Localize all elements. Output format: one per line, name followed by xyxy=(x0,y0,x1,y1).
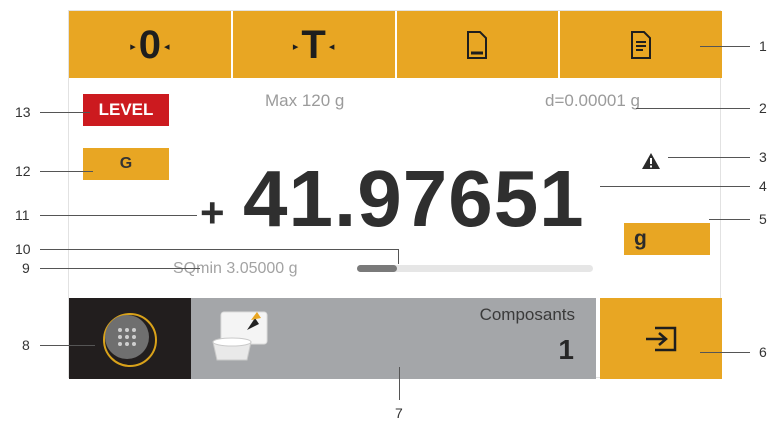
callout-line-8 xyxy=(40,345,95,346)
components-count: 1 xyxy=(558,334,574,365)
callout-7: 7 xyxy=(395,405,403,421)
bottom-bar: Composants 1 xyxy=(69,298,722,379)
transfer-button[interactable] xyxy=(600,298,722,379)
callout-2: 2 xyxy=(759,100,767,116)
menu-button[interactable] xyxy=(69,298,191,379)
callout-line-6 xyxy=(700,352,750,353)
callout-6: 6 xyxy=(759,344,767,360)
arrow-left-icon: ◂ xyxy=(164,41,170,53)
callout-1: 1 xyxy=(759,38,767,54)
warning-triangle-icon[interactable] xyxy=(641,152,661,170)
readability: d=0.00001 g xyxy=(544,91,640,110)
sqmin-progress-fill xyxy=(357,265,398,272)
callout-line-2 xyxy=(636,108,750,109)
arrow-right-icon: ▸ xyxy=(130,41,136,53)
weight-sign: + xyxy=(200,189,225,236)
callout-line-1 xyxy=(700,46,750,47)
level-badge[interactable]: LEVEL xyxy=(83,94,169,126)
zero-button[interactable]: ▸ 0 ◂ xyxy=(69,11,233,78)
gross-button[interactable]: G xyxy=(83,148,169,180)
max-capacity: Max 120 g xyxy=(265,91,345,110)
tare-button[interactable]: ▸ T ◂ xyxy=(232,11,397,78)
balance-screen: ▸ 0 ◂ ▸ T ◂ LEVEL Max 120 g d=0.00001 g xyxy=(68,10,722,379)
arrow-left-icon: ◂ xyxy=(328,41,335,53)
report-button[interactable] xyxy=(560,11,722,78)
callout-11: 11 xyxy=(15,207,30,223)
callout-line-10b xyxy=(398,249,399,264)
callout-5: 5 xyxy=(759,211,767,227)
toolbar: ▸ 0 ◂ ▸ T ◂ xyxy=(69,11,722,78)
zero-label: 0 xyxy=(138,22,161,67)
sqmin-progress-bar xyxy=(357,265,593,272)
callout-line-4 xyxy=(600,186,750,187)
components-label: Composants xyxy=(479,305,575,324)
callout-9: 9 xyxy=(22,260,30,276)
callout-line-9 xyxy=(40,268,200,269)
callout-10: 10 xyxy=(15,241,31,257)
callout-line-7 xyxy=(399,367,400,400)
weighing-container-icon xyxy=(212,311,268,361)
unit-button[interactable]: g xyxy=(624,223,710,255)
app-grid-icon xyxy=(103,313,157,367)
callout-3: 3 xyxy=(759,149,767,165)
arrow-right-icon: ▸ xyxy=(292,41,299,53)
callout-8: 8 xyxy=(22,337,30,353)
callout-12: 12 xyxy=(15,163,31,179)
document-icon xyxy=(467,30,488,59)
callout-13: 13 xyxy=(15,104,31,120)
report-icon xyxy=(631,30,652,59)
components-panel[interactable]: Composants 1 xyxy=(191,298,596,379)
document-button[interactable] xyxy=(396,11,561,78)
callout-line-13 xyxy=(40,112,90,113)
callout-line-5 xyxy=(709,219,750,220)
callout-4: 4 xyxy=(759,178,767,194)
callout-line-12 xyxy=(40,171,93,172)
transfer-in-icon xyxy=(646,326,677,351)
callout-line-10 xyxy=(40,249,398,250)
tare-label: T xyxy=(301,22,326,67)
callout-line-3 xyxy=(668,157,750,158)
weight-value: 41.97651 xyxy=(243,154,585,243)
callout-line-11 xyxy=(40,215,197,216)
sqmin-label: SQmin 3.05000 g xyxy=(173,260,298,277)
